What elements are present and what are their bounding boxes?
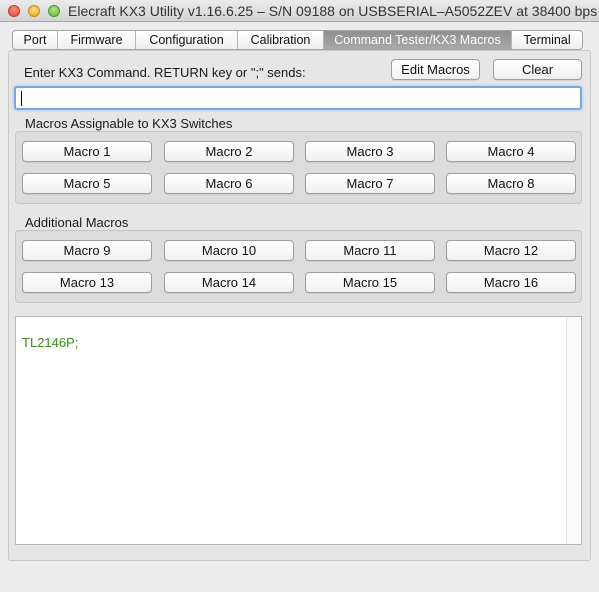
tab-port[interactable]: Port: [13, 31, 58, 49]
minimize-window-button[interactable]: [28, 5, 40, 17]
macro-16-button[interactable]: Macro 16: [446, 272, 576, 293]
macro-14-button[interactable]: Macro 14: [164, 272, 294, 293]
additional-macros-label: Additional Macros: [25, 215, 129, 230]
macro-12-button[interactable]: Macro 12: [446, 240, 576, 261]
tab-calibration[interactable]: Calibration: [238, 31, 324, 49]
zoom-window-button[interactable]: [48, 5, 60, 17]
macro-7-button[interactable]: Macro 7: [305, 173, 435, 194]
title-bar: Elecraft KX3 Utility v1.16.6.25 – S/N 09…: [0, 0, 599, 22]
command-input[interactable]: [14, 86, 582, 110]
tab-firmware[interactable]: Firmware: [58, 31, 136, 49]
tab-bar: Port Firmware Configuration Calibration …: [12, 30, 583, 50]
tab-command-tester[interactable]: Command Tester/KX3 Macros: [324, 31, 512, 49]
response-console[interactable]: TL2146P;: [15, 316, 582, 545]
macro-1-button[interactable]: Macro 1: [22, 141, 152, 162]
close-window-button[interactable]: [8, 5, 20, 17]
macro-11-button[interactable]: Macro 11: [305, 240, 435, 261]
edit-macros-button[interactable]: Edit Macros: [391, 59, 480, 80]
macro-4-button[interactable]: Macro 4: [446, 141, 576, 162]
window-title: Elecraft KX3 Utility v1.16.6.25 – S/N 09…: [68, 3, 598, 19]
console-scrollbar[interactable]: [566, 317, 581, 544]
switch-macros-label: Macros Assignable to KX3 Switches: [25, 116, 233, 131]
clear-button[interactable]: Clear: [493, 59, 582, 80]
tab-terminal[interactable]: Terminal: [512, 31, 582, 49]
macro-3-button[interactable]: Macro 3: [305, 141, 435, 162]
command-prompt-label: Enter KX3 Command. RETURN key or ";" sen…: [24, 65, 306, 80]
macro-2-button[interactable]: Macro 2: [164, 141, 294, 162]
macro-5-button[interactable]: Macro 5: [22, 173, 152, 194]
text-caret: [21, 91, 22, 106]
macro-6-button[interactable]: Macro 6: [164, 173, 294, 194]
macro-13-button[interactable]: Macro 13: [22, 272, 152, 293]
tab-configuration[interactable]: Configuration: [136, 31, 238, 49]
macro-8-button[interactable]: Macro 8: [446, 173, 576, 194]
console-response-text: TL2146P;: [22, 335, 79, 350]
macro-10-button[interactable]: Macro 10: [164, 240, 294, 261]
macro-9-button[interactable]: Macro 9: [22, 240, 152, 261]
macro-15-button[interactable]: Macro 15: [305, 272, 435, 293]
